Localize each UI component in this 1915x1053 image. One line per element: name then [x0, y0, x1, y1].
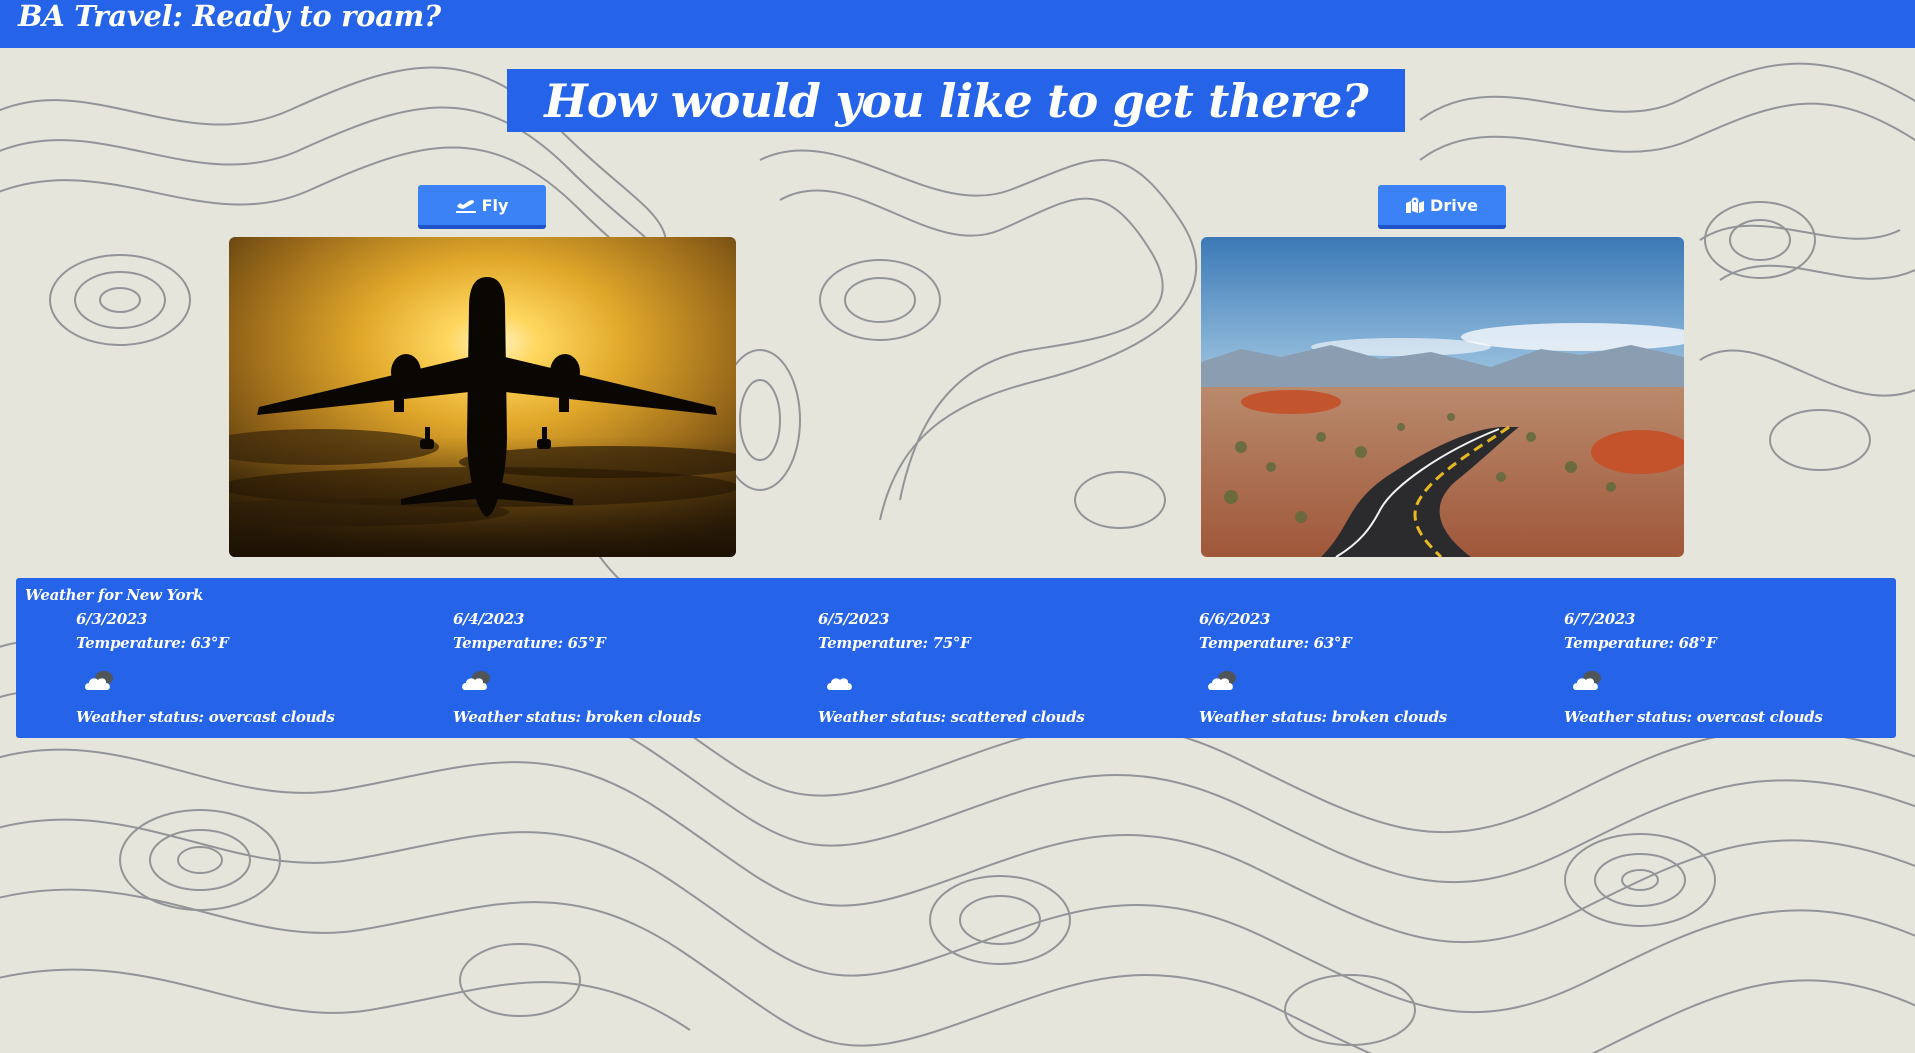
forecast-status: Weather status: overcast clouds: [76, 708, 335, 726]
forecast-date: 6/3/2023: [76, 610, 148, 628]
forecast-status: Weather status: scattered clouds: [818, 708, 1085, 726]
broken-clouds-icon: [1570, 668, 1604, 694]
drive-button-label: Drive: [1430, 195, 1478, 215]
drive-button[interactable]: Drive: [1378, 185, 1506, 229]
forecast-temperature: Temperature: 75°F: [818, 634, 971, 652]
forecast-date: 6/4/2023: [453, 610, 525, 628]
fly-button[interactable]: Fly: [418, 185, 546, 229]
question-banner: How would you like to get there?: [507, 69, 1405, 132]
broken-clouds-icon: [459, 668, 493, 694]
forecast-day: 6/3/2023 Temperature: 63°F Weather statu…: [76, 610, 436, 730]
forecast-date: 6/5/2023: [818, 610, 890, 628]
forecast-day: 6/7/2023 Temperature: 68°F Weather statu…: [1564, 610, 1915, 730]
forecast-status: Weather status: overcast clouds: [1564, 708, 1823, 726]
plane-departure-icon: [455, 197, 476, 213]
airplane-sunset-image: [229, 237, 736, 557]
forecast-date: 6/7/2023: [1564, 610, 1636, 628]
weather-panel: Weather for New York 6/3/2023 Temperatur…: [16, 578, 1896, 738]
forecast-temperature: Temperature: 65°F: [453, 634, 606, 652]
forecast-day: 6/6/2023 Temperature: 63°F Weather statu…: [1199, 610, 1559, 730]
forecast-status: Weather status: broken clouds: [453, 708, 701, 726]
fly-button-label: Fly: [481, 195, 509, 215]
broken-clouds-icon: [1205, 668, 1239, 694]
forecast-day: 6/4/2023 Temperature: 65°F Weather statu…: [453, 610, 813, 730]
forecast-temperature: Temperature: 63°F: [1199, 634, 1352, 652]
forecast-day: 6/5/2023 Temperature: 75°F Weather statu…: [818, 610, 1178, 730]
desert-road-image: [1201, 237, 1684, 557]
forecast-status: Weather status: broken clouds: [1199, 708, 1447, 726]
question-heading: How would you like to get there?: [544, 73, 1368, 128]
forecast-temperature: Temperature: 68°F: [1564, 634, 1717, 652]
scattered-clouds-icon: [824, 668, 858, 694]
map-location-icon: [1406, 197, 1425, 213]
forecast-temperature: Temperature: 63°F: [76, 634, 229, 652]
broken-clouds-icon: [82, 668, 116, 694]
site-title: BA Travel: Ready to roam?: [18, 0, 441, 33]
weather-title: Weather for New York: [25, 586, 204, 604]
forecast-date: 6/6/2023: [1199, 610, 1271, 628]
top-header: BA Travel: Ready to roam?: [0, 0, 1915, 48]
